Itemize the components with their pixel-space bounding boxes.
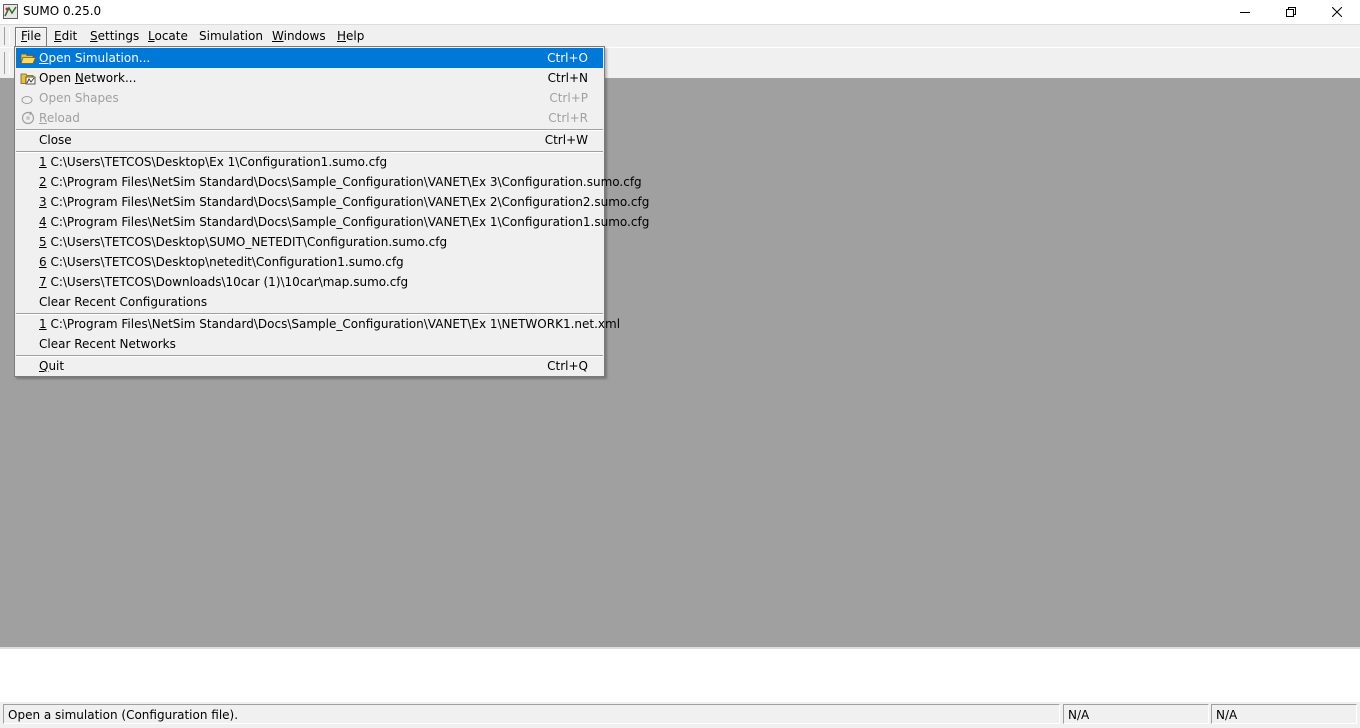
restore-icon [1286, 7, 1296, 17]
minimize-icon [1240, 12, 1250, 13]
menu-label: Open Shapes [39, 91, 119, 105]
menu-item-clear-recent-configurations[interactable]: Clear Recent Configurations [16, 292, 603, 312]
file-menu-dropdown: Open Simulation... Ctrl+O Open Network..… [14, 46, 649, 377]
minimize-button[interactable] [1222, 0, 1268, 24]
restore-button[interactable] [1268, 0, 1314, 24]
shortcut-label: Ctrl+Q [547, 359, 588, 373]
recent-config-item[interactable]: 3 C:\Program Files\NetSim Standard\Docs\… [16, 192, 649, 212]
menu-item-open-network[interactable]: Open Network... Ctrl+N [16, 68, 603, 88]
sumo-app-icon [3, 4, 18, 19]
shapes-icon [21, 96, 33, 104]
menu-label: Close [39, 133, 72, 147]
recent-config-item[interactable]: 2 C:\Program Files\NetSim Standard\Docs\… [16, 172, 642, 192]
menu-bar: File Edit Settings Locate Simulation Win… [0, 24, 1360, 47]
menu-item-open-simulation[interactable]: Open Simulation... Ctrl+O [16, 48, 603, 68]
menu-settings[interactable]: Settings [85, 27, 144, 45]
close-button[interactable] [1314, 0, 1360, 24]
menu-item-open-shapes[interactable]: Open Shapes Ctrl+P [16, 88, 603, 108]
menu-locate[interactable]: Locate [143, 27, 193, 45]
recent-network-item[interactable]: 1 C:\Program Files\NetSim Standard\Docs\… [16, 314, 620, 334]
recent-config-item[interactable]: 1 C:\Users\TETCOS\Desktop\Ex 1\Configura… [16, 152, 603, 172]
toolbar-grip[interactable] [4, 52, 10, 74]
menu-item-quit[interactable]: Quit Ctrl+Q [16, 356, 603, 376]
message-window [0, 647, 1360, 704]
status-cell-2: N/A [1211, 704, 1357, 724]
close-icon [1332, 7, 1342, 17]
shortcut-label: Ctrl+P [549, 91, 588, 105]
menubar-grip[interactable] [4, 27, 10, 45]
network-open-icon [20, 73, 36, 85]
recent-config-item[interactable]: 7 C:\Users\TETCOS\Downloads\10car (1)\10… [16, 272, 603, 292]
recent-config-item[interactable]: 4 C:\Program Files\NetSim Standard\Docs\… [16, 212, 649, 232]
menu-simulation[interactable]: Simulation [194, 27, 268, 45]
recent-config-item[interactable]: 5 C:\Users\TETCOS\Desktop\SUMO_NETEDIT\C… [16, 232, 603, 252]
menu-help[interactable]: Help [332, 27, 369, 45]
menu-windows[interactable]: Windows [267, 27, 331, 45]
menu-file[interactable]: File [15, 27, 48, 47]
shortcut-label: Ctrl+W [544, 133, 588, 147]
recent-config-item[interactable]: 6 C:\Users\TETCOS\Desktop\netedit\Config… [16, 252, 603, 272]
menu-item-close[interactable]: Close Ctrl+W [16, 130, 603, 150]
shortcut-label: Ctrl+R [548, 111, 588, 125]
title-bar: SUMO 0.25.0 [0, 0, 1360, 24]
menu-edit[interactable]: Edit [49, 27, 82, 45]
shortcut-label: Ctrl+O [547, 51, 588, 65]
menu-label: Clear Recent Networks [39, 337, 176, 351]
folder-open-icon [20, 53, 36, 64]
status-cell-1: N/A [1063, 704, 1209, 724]
reload-icon [21, 111, 35, 125]
status-bar: Open a simulation (Configuration file). … [0, 702, 1360, 728]
status-message: Open a simulation (Configuration file). [3, 704, 1060, 724]
menu-item-reload[interactable]: Reload Ctrl+R [16, 108, 603, 128]
window-title: SUMO 0.25.0 [23, 4, 102, 18]
shortcut-label: Ctrl+N [547, 71, 588, 85]
menu-item-clear-recent-networks[interactable]: Clear Recent Networks [16, 334, 603, 354]
menu-label: Clear Recent Configurations [39, 295, 208, 309]
